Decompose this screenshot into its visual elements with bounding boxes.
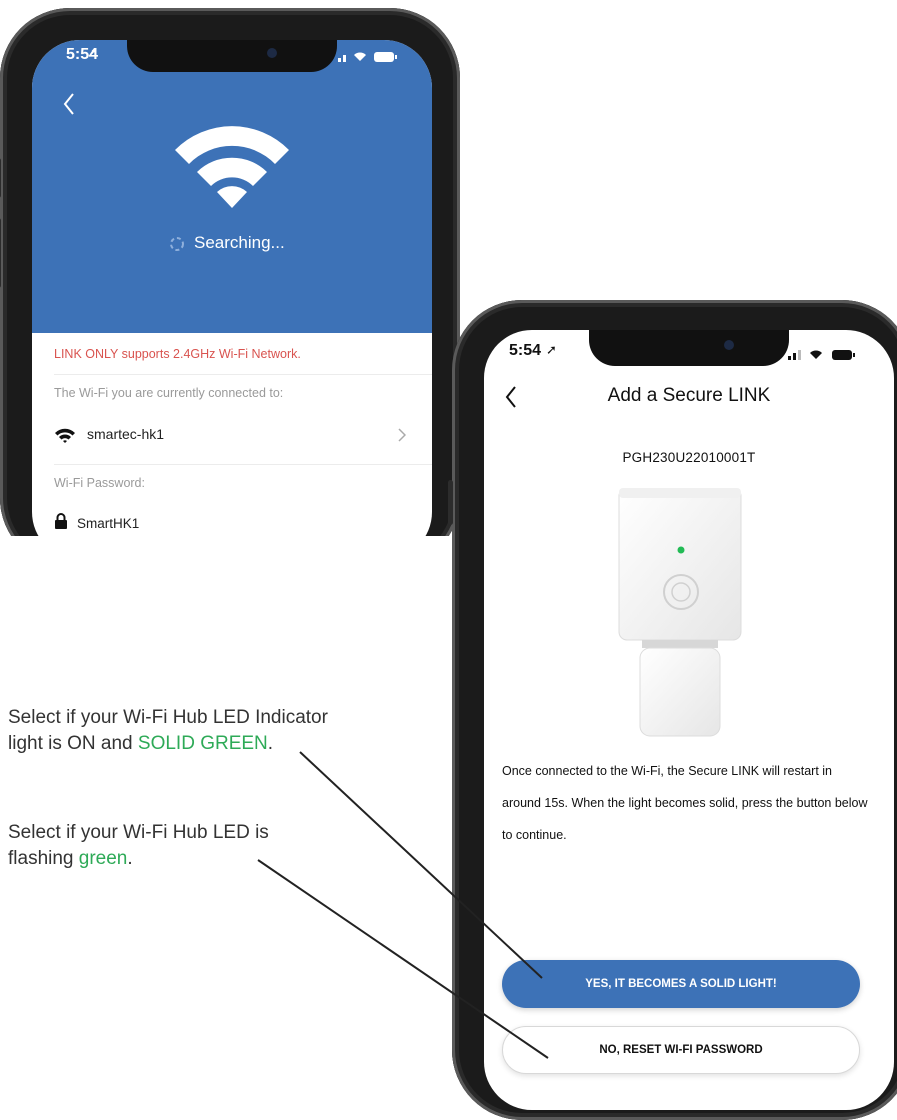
pointer-line-solid (299, 751, 543, 979)
pointer-line-flashing (257, 859, 549, 1059)
annotation-pointer-lines (257, 751, 549, 1059)
